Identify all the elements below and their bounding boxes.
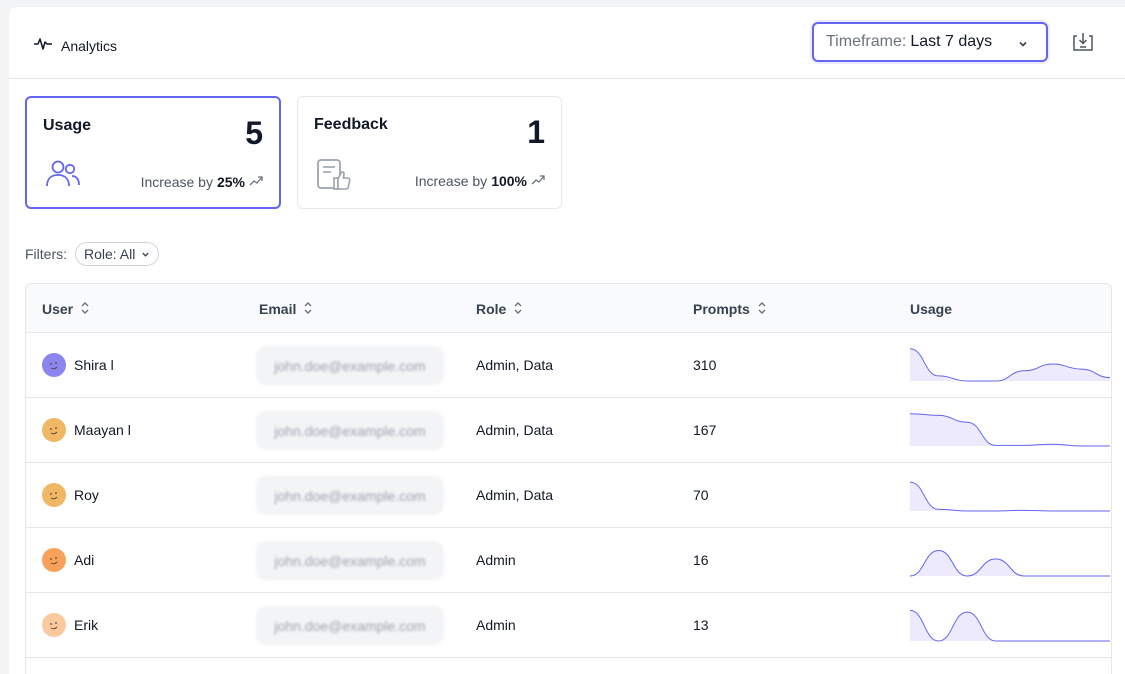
role-filter-label: Role: All [84, 246, 136, 262]
column-header-usage: Usage [910, 301, 952, 317]
chevron-down-icon [141, 246, 150, 262]
delta-prefix: Increase by [140, 174, 213, 190]
prompts-cell: 167 [693, 422, 717, 438]
card-title: Usage [43, 117, 92, 134]
usage-sparkline [910, 481, 1110, 512]
card-delta: Increase by 100% [415, 173, 545, 189]
usage-sparkline [910, 348, 1110, 382]
card-title: Feedback [314, 116, 388, 133]
column-label: User [42, 301, 74, 317]
users-table: User Email Role Prompts Usage Shira l joh… [25, 283, 1112, 674]
filters-bar: Filters: Role: All [25, 242, 160, 266]
analytics-panel: Analytics Timeframe: Last 7 days Usage 5… [9, 7, 1125, 674]
timeframe-value: Last 7 days [910, 33, 993, 50]
avatar [42, 353, 66, 377]
role-cell: Admin [476, 552, 516, 568]
download-button[interactable] [1071, 31, 1095, 53]
header-bar: Analytics Timeframe: Last 7 days [9, 7, 1125, 79]
column-header-role[interactable]: Role [476, 301, 522, 317]
usage-sparkline [910, 413, 1110, 447]
role-cell: Admin, Data [476, 357, 554, 373]
user-name: Roy [74, 487, 99, 503]
brand: Analytics [33, 33, 117, 58]
download-icon [1071, 33, 1095, 57]
timeframe-select[interactable]: Timeframe: Last 7 days [812, 22, 1048, 62]
role-cell: Admin [476, 617, 516, 633]
sort-icon [758, 301, 766, 317]
sparkline-line [910, 481, 1110, 512]
column-header-email[interactable]: Email [259, 301, 312, 317]
sort-icon [81, 301, 89, 317]
page-title: Analytics [61, 37, 118, 54]
column-label: Usage [910, 301, 953, 317]
column-header-user[interactable]: User [42, 301, 89, 317]
table-row[interactable]: Adi john.doe@example.com Admin 16 [26, 528, 1111, 593]
role-cell: Admin, Data [476, 487, 554, 503]
card-count: 5 [245, 115, 263, 151]
prompts-cell: 13 [693, 617, 709, 633]
avatar [42, 483, 66, 507]
feedback-card[interactable]: Feedback 1 Increase by 100% [297, 96, 562, 209]
email-cell: john.doe@example.com [256, 541, 444, 580]
sparkline-area [910, 482, 1110, 511]
column-label: Prompts [693, 301, 750, 317]
email-cell: john.doe@example.com [256, 476, 444, 515]
email-cell: john.doe@example.com [256, 346, 444, 385]
user-name: Shira l [74, 357, 114, 373]
card-delta: Increase by 25% [141, 174, 263, 190]
email-cell: john.doe@example.com [256, 411, 444, 450]
users-icon [45, 159, 81, 194]
role-cell: Admin, Data [476, 422, 554, 438]
usage-sparkline [910, 549, 1110, 577]
feedback-thumbs-up-icon [316, 158, 352, 197]
sort-icon [514, 301, 522, 317]
avatar [42, 548, 66, 572]
avatar [42, 418, 66, 442]
column-header-prompts[interactable]: Prompts [693, 301, 766, 317]
table-row[interactable]: Erik john.doe@example.com Admin 13 [26, 593, 1111, 658]
sparkline-area [910, 610, 1110, 641]
prompts-cell: 70 [693, 487, 709, 503]
card-count: 1 [527, 114, 545, 150]
user-name: Maayan l [74, 422, 131, 438]
prompts-cell: 16 [693, 552, 709, 568]
user-name: Erik [74, 617, 99, 633]
role-filter-chip[interactable]: Role: All [75, 242, 160, 266]
activity-icon [33, 33, 53, 58]
delta-value: 100% [491, 173, 527, 189]
avatar [42, 613, 66, 637]
usage-card[interactable]: Usage 5 Increase by 25% [25, 96, 281, 209]
table-row[interactable]: Shira l john.doe@example.com Admin, Data 31… [26, 333, 1111, 398]
usage-sparkline [910, 609, 1110, 642]
column-label: Email [259, 301, 297, 317]
trend-up-icon [249, 174, 263, 190]
sparkline-area [910, 413, 1110, 446]
prompts-cell: 310 [693, 357, 717, 373]
chevron-down-icon [1018, 36, 1028, 54]
column-label: Role [476, 301, 507, 317]
table-row[interactable]: Roy john.doe@example.com Admin, Data 70 [26, 463, 1111, 528]
user-name: Adi [74, 552, 95, 568]
email-cell: john.doe@example.com [256, 606, 444, 645]
table-row[interactable]: Maayan l john.doe@example.com Admin, Data 1… [26, 398, 1111, 463]
trend-up-icon [531, 173, 545, 189]
timeframe-label: Timeframe: [826, 33, 907, 50]
filters-label: Filters: [25, 246, 67, 262]
sparkline-line [910, 609, 1110, 642]
table-header: User Email Role Prompts Usage [26, 284, 1111, 333]
sort-icon [304, 301, 312, 317]
delta-prefix: Increase by [414, 173, 488, 189]
delta-value: 25% [216, 174, 245, 190]
sparkline-area [910, 550, 1110, 576]
